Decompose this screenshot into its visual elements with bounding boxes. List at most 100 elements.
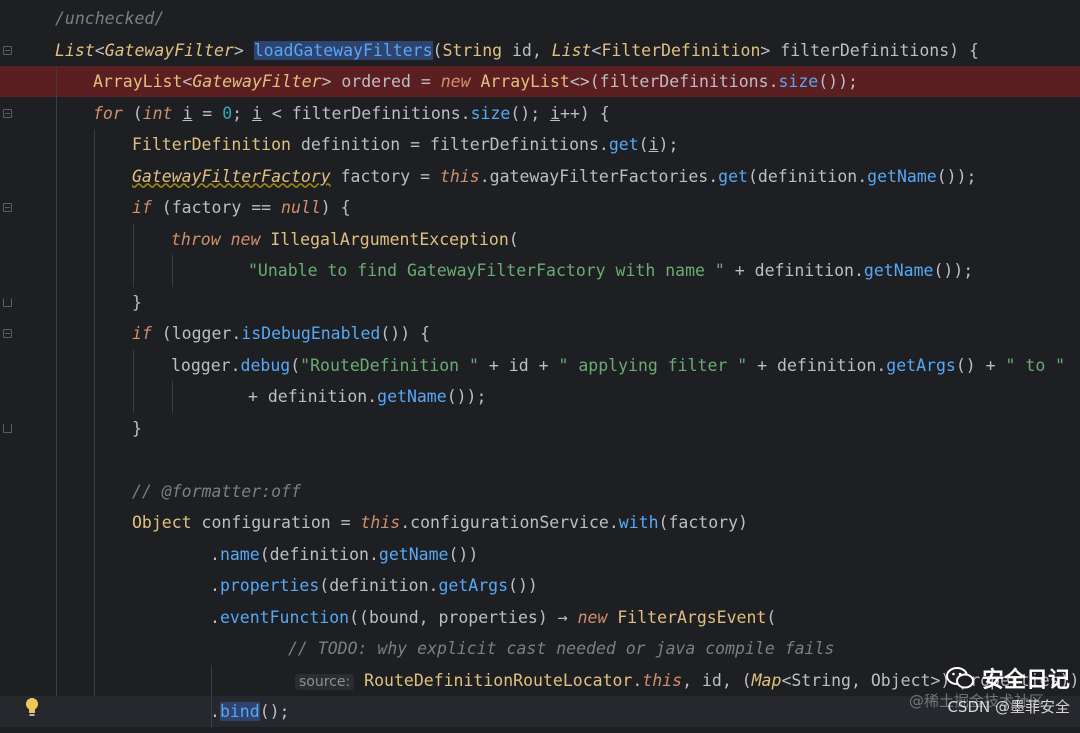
- code-line[interactable]: GatewayFilterFactory factory = this.gate…: [0, 161, 1080, 192]
- code-token: new: [230, 229, 261, 249]
- code-token: }: [132, 292, 142, 312]
- code-token: ()) {: [380, 324, 431, 343]
- code-token: id: [512, 40, 532, 60]
- code-token: FilterArgsEvent: [617, 607, 767, 627]
- code-token: ());: [818, 72, 858, 91]
- code-token: >: [233, 40, 254, 60]
- code-line[interactable]: if (factory == null) {: [0, 192, 1080, 223]
- code-token: }: [132, 418, 142, 438]
- code-token: if: [132, 324, 152, 343]
- code-line[interactable]: FilterDefinition definition = filterDefi…: [0, 129, 1080, 160]
- code-token: getName: [378, 544, 449, 564]
- code-token: configuration =: [191, 513, 361, 532]
- code-token: );: [658, 135, 679, 154]
- code-token: .: [768, 72, 779, 91]
- code-token: ArrayList: [480, 72, 570, 91]
- code-token: .gatewayFilterFactories.: [479, 166, 719, 186]
- lightbulb-icon[interactable]: [24, 697, 40, 717]
- code-line[interactable]: logger.debug("RouteDefinition " + id + "…: [0, 350, 1080, 381]
- code-line[interactable]: /unchecked/: [0, 3, 1080, 34]
- watermark: 安全日记 CSDN @墨菲安全 @稀土掘金技术社区: [909, 662, 1070, 717]
- code-line[interactable]: // @formatter:off: [0, 476, 1080, 507]
- code-text: }: [132, 413, 142, 444]
- code-token: FilterDefinition: [132, 135, 291, 154]
- code-line[interactable]: List<GatewayFilter> loadGatewayFilters(S…: [0, 35, 1080, 66]
- code-text: List<GatewayFilter> loadGatewayFilters(S…: [55, 35, 979, 66]
- code-line[interactable]: // TODO: why explicit cast needed or jav…: [0, 633, 1080, 664]
- code-token: .: [632, 670, 643, 690]
- code-token: this: [642, 670, 683, 690]
- code-token: new: [577, 607, 608, 627]
- code-token: i: [252, 103, 262, 123]
- code-line[interactable]: .eventFunction((bound, properties) → new…: [0, 602, 1080, 633]
- code-token: List: [551, 40, 592, 60]
- code-token: >: [760, 40, 781, 60]
- code-token: (factory): [658, 513, 748, 532]
- code-line[interactable]: ArrayList<GatewayFilter> ordered = new A…: [0, 66, 1080, 97]
- code-token: factory =: [330, 166, 440, 186]
- code-token: i: [648, 135, 659, 154]
- code-token: getName: [377, 387, 447, 406]
- code-token: ,: [682, 670, 702, 690]
- code-token: + definition.: [747, 355, 887, 375]
- code-line[interactable]: if (logger.isDebugEnabled()) {: [0, 318, 1080, 349]
- code-token: ;: [232, 103, 252, 123]
- code-token: getName: [867, 166, 937, 186]
- code-text: + definition.getName());: [248, 381, 486, 412]
- code-line[interactable]: "Unable to find GatewayFilterFactory wit…: [0, 255, 1080, 286]
- code-text: "Unable to find GatewayFilterFactory wit…: [248, 255, 973, 286]
- code-token: .: [598, 135, 609, 154]
- code-token: bind: [219, 702, 260, 721]
- code-line[interactable]: + definition.getName());: [0, 381, 1080, 412]
- code-token: String: [442, 40, 503, 60]
- code-line[interactable]: .name(definition.getName()): [0, 539, 1080, 570]
- code-token: /unchecked/: [55, 9, 165, 28]
- code-token: definition =: [290, 135, 431, 154]
- code-line[interactable]: for (int i = 0; i < filterDefinitions.si…: [0, 98, 1080, 129]
- code-token: .: [460, 103, 471, 123]
- code-text: /unchecked/: [55, 3, 164, 34]
- code-token: .: [210, 544, 220, 564]
- code-token: + definition.: [248, 387, 378, 406]
- code-token: (definition.: [747, 166, 868, 186]
- code-token: FilterDefinition: [601, 40, 761, 60]
- code-line[interactable]: Object configuration = this.configuratio…: [0, 507, 1080, 538]
- code-token: GatewayFilter: [192, 72, 322, 91]
- code-line[interactable]: throw new IllegalArgumentException(: [0, 224, 1080, 255]
- code-token: i: [550, 103, 561, 123]
- code-token: 0: [222, 103, 233, 123]
- code-token: properties: [219, 576, 320, 595]
- code-text: if (factory == null) {: [132, 192, 351, 223]
- code-token: filterDefinitions: [780, 40, 950, 60]
- code-text: if (logger.isDebugEnabled()) {: [132, 318, 430, 349]
- code-line[interactable]: [0, 444, 1080, 475]
- code-token: bound: [368, 607, 419, 627]
- code-text: Object configuration = this.configuratio…: [132, 507, 748, 538]
- code-text: for (int i = 0; i < filterDefinitions.si…: [93, 98, 610, 129]
- code-token: ()): [448, 544, 479, 564]
- code-token: // TODO: why explicit cast needed or jav…: [288, 639, 835, 658]
- code-token: (: [122, 103, 143, 123]
- indent-guide: [94, 129, 95, 696]
- code-token: .configurationService.: [400, 513, 619, 532]
- code-token: =: [192, 103, 223, 123]
- code-text: GatewayFilterFactory factory = this.gate…: [132, 161, 976, 192]
- watermark-faint-text: @稀土掘金技术社区: [908, 692, 1044, 710]
- code-token: ((: [349, 607, 369, 627]
- code-editor[interactable]: /unchecked/List<GatewayFilter> loadGatew…: [0, 0, 1080, 733]
- code-token: " to ": [1005, 355, 1066, 375]
- code-token: size: [778, 72, 819, 91]
- code-token: ();: [510, 103, 551, 123]
- param-hint: source:: [295, 673, 355, 690]
- code-token: name: [219, 544, 260, 564]
- code-line[interactable]: .properties(definition.getArgs()): [0, 570, 1080, 601]
- code-line[interactable]: }: [0, 413, 1080, 444]
- code-token: ());: [936, 166, 977, 186]
- code-line[interactable]: }: [0, 287, 1080, 318]
- code-token: filterDefinitions: [430, 135, 599, 154]
- code-text: FilterDefinition definition = filterDefi…: [132, 129, 678, 160]
- code-text: // @formatter:off: [132, 476, 301, 507]
- indent-guide: [133, 349, 134, 413]
- code-token: (definition.: [259, 544, 379, 564]
